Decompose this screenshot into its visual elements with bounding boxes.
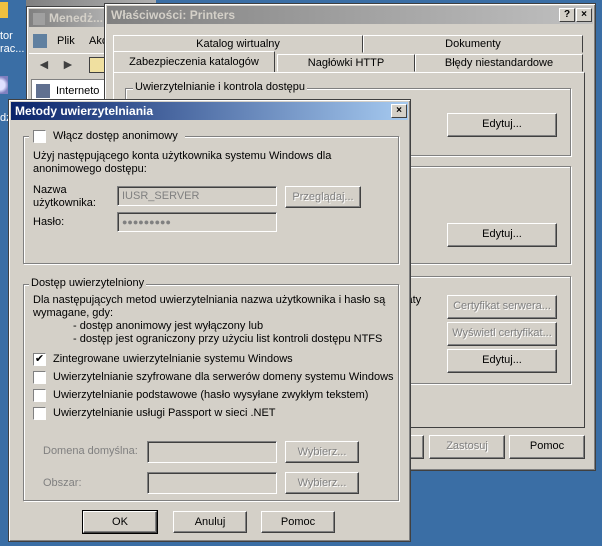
realm-label: Obszar: bbox=[43, 477, 82, 489]
tab-custom-errors[interactable]: Błędy niestandardowe bbox=[415, 54, 583, 72]
auth-description: Dla następujących metod uwierzytelniania… bbox=[33, 294, 386, 306]
properties-title: Właściwości: Printers bbox=[111, 8, 236, 22]
tab-http-headers[interactable]: Nagłówki HTTP bbox=[277, 54, 415, 72]
desktop-icon-label[interactable]: rac... bbox=[0, 43, 24, 55]
integrated-windows-label[interactable]: Zintegrowane uwierzytelnianie systemu Wi… bbox=[53, 353, 293, 365]
help-bottom-button[interactable]: Pomoc bbox=[509, 435, 585, 459]
apply-button[interactable]: Zastosuj bbox=[429, 435, 505, 459]
auth-dialog-titlebar[interactable]: Metody uwierzytelniania × bbox=[11, 102, 408, 120]
server-certificate-button[interactable]: Certyfikat serwera... bbox=[447, 295, 557, 319]
cd-icon[interactable] bbox=[0, 76, 8, 94]
ok-button[interactable]: OK bbox=[82, 510, 158, 534]
edit-ip-button[interactable]: Edytuj... bbox=[447, 223, 557, 247]
auth-description: - dostęp anonimowy jest wyłączony lub bbox=[73, 320, 264, 332]
tree-item-iis[interactable]: Interneto bbox=[56, 85, 99, 97]
auth-dialog-title: Metody uwierzytelniania bbox=[15, 104, 154, 118]
menu-file[interactable]: Plik bbox=[57, 35, 75, 47]
digest-auth-label[interactable]: Uwierzytelnianie szyfrowane dla serwerów… bbox=[53, 371, 394, 383]
edit-auth-button[interactable]: Edytuj... bbox=[447, 113, 557, 137]
tab-directory-security[interactable]: Zabezpieczenia katalogów bbox=[113, 51, 275, 73]
passport-auth-checkbox[interactable] bbox=[33, 407, 46, 420]
digest-auth-checkbox[interactable] bbox=[33, 371, 46, 384]
authenticated-access-label: Dostęp uwierzytelniony bbox=[29, 277, 147, 289]
realm-field[interactable] bbox=[147, 472, 277, 494]
view-certificate-button[interactable]: Wyświetl certyfikat... bbox=[447, 322, 557, 346]
cancel-button[interactable]: Anuluj bbox=[173, 511, 247, 533]
passport-auth-label[interactable]: Uwierzytelnianie usługi Passport w sieci… bbox=[53, 407, 276, 419]
mmc-app-icon bbox=[33, 34, 47, 48]
tab-documents[interactable]: Dokumenty bbox=[363, 35, 583, 53]
anonymous-checkbox[interactable] bbox=[33, 130, 46, 143]
anonymous-checkbox-row: Włącz dostęp anonimowy bbox=[29, 128, 185, 144]
domain-select-button[interactable]: Wybierz... bbox=[285, 441, 359, 463]
help-button[interactable]: Pomoc bbox=[261, 511, 335, 533]
realm-select-button[interactable]: Wybierz... bbox=[285, 472, 359, 494]
help-button[interactable]: ? bbox=[559, 8, 575, 22]
username-label: użytkownika: bbox=[33, 197, 96, 209]
edit-secure-comm-button[interactable]: Edytuj... bbox=[447, 349, 557, 373]
browse-button[interactable]: Przeglądaj... bbox=[285, 186, 361, 208]
anonymous-checkbox-label[interactable]: Włącz dostęp anonimowy bbox=[53, 130, 178, 142]
folder-icon[interactable] bbox=[0, 2, 8, 18]
default-domain-field[interactable] bbox=[147, 441, 277, 463]
password-field[interactable]: ●●●●●●●●● bbox=[117, 212, 277, 232]
back-arrow-icon[interactable]: ◄ bbox=[37, 56, 51, 72]
up-folder-icon[interactable] bbox=[89, 57, 105, 73]
forward-arrow-icon[interactable]: ► bbox=[61, 56, 75, 72]
desktop-icon-label[interactable]: tor bbox=[0, 30, 13, 42]
integrated-windows-checkbox[interactable]: ✔ bbox=[33, 353, 46, 366]
auth-methods-dialog[interactable]: Metody uwierzytelniania × Włącz dostęp a… bbox=[8, 99, 411, 542]
close-button[interactable]: × bbox=[576, 8, 592, 22]
properties-titlebar[interactable]: Właściwości: Printers ? × bbox=[107, 6, 593, 24]
close-button[interactable]: × bbox=[391, 104, 407, 118]
default-domain-label: Domena domyślna: bbox=[43, 445, 138, 457]
basic-auth-label[interactable]: Uwierzytelnianie podstawowe (hasło wysył… bbox=[53, 389, 368, 401]
anonymous-description: Użyj następującego konta użytkownika sys… bbox=[33, 150, 332, 175]
auth-access-group-label: Uwierzytelnianie i kontrola dostępu bbox=[133, 81, 307, 93]
iis-icon bbox=[36, 84, 50, 98]
ok-button-hidden[interactable] bbox=[410, 435, 424, 459]
username-field[interactable]: IUSR_SERVER bbox=[117, 186, 277, 206]
password-label: Hasło: bbox=[33, 216, 65, 228]
basic-auth-checkbox[interactable] bbox=[33, 389, 46, 402]
auth-description: wymagane, gdy: bbox=[33, 307, 114, 319]
username-label: Nazwa bbox=[33, 184, 67, 196]
auth-description: - dostęp jest ograniczony przy użyciu li… bbox=[73, 333, 383, 345]
app-icon bbox=[33, 12, 45, 25]
mmc-title: Menedż... bbox=[49, 11, 104, 25]
